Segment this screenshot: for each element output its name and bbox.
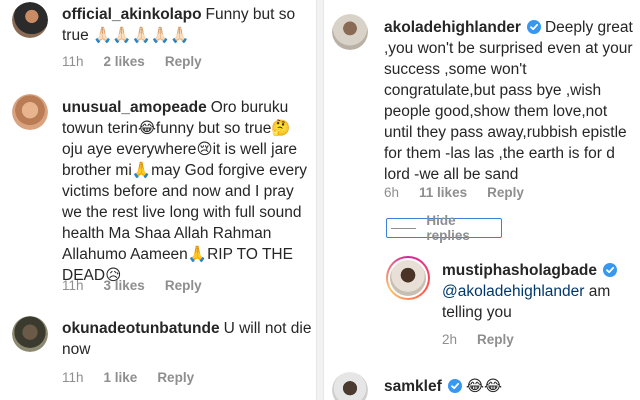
avatar[interactable] [12,316,48,352]
panel-divider [316,0,324,400]
comments-panel-right: akoladehighlander Deeply great ,you won't… [324,0,640,400]
reply-button[interactable]: Reply [487,185,524,200]
reply-button[interactable]: Reply [165,278,202,293]
comment-username[interactable]: mustiphasholagbade [442,262,597,279]
comment-text: Oro buruku towun terin😂funny but so true… [62,99,307,284]
comment-timestamp: 2h [442,332,458,347]
avatar[interactable] [332,372,368,400]
comment-username[interactable]: akoladehighlander [384,19,521,36]
comment-username[interactable]: official_akinkolapo [62,6,202,23]
hide-replies-label: Hide replies [426,213,470,243]
reply-button[interactable]: Reply [477,332,514,347]
verified-badge-icon [526,20,541,34]
avatar[interactable] [386,256,430,300]
mention-link[interactable]: @akoladehighlander [442,283,584,300]
comment-text: 😂😂 [465,378,502,395]
verified-badge-icon [447,379,462,393]
reply-button[interactable]: Reply [165,54,202,69]
thread-line [391,227,417,229]
hide-replies-button[interactable]: Hide replies [386,213,502,243]
comment-username[interactable]: samklef [384,378,442,395]
likes-count[interactable]: 3 likes [104,278,145,293]
comment-text: Deeply great ,you won't be surprised eve… [384,19,633,183]
comment-timestamp: 6h [384,185,400,200]
likes-count[interactable]: 2 likes [104,54,145,69]
comment-username[interactable]: unusual_amopeade [62,99,207,116]
comment-username[interactable]: okunadeotunbatunde [62,320,220,337]
reply-button[interactable]: Reply [157,370,194,385]
verified-badge-icon [603,263,618,277]
comment-timestamp: 11h [62,370,84,385]
likes-count[interactable]: 11 likes [419,185,467,200]
avatar[interactable] [12,94,48,130]
likes-count[interactable]: 1 like [104,370,138,385]
comment-timestamp: 11h [62,54,84,69]
comment-timestamp: 11h [62,278,84,293]
comments-panel-left: official_akinkolapo Funny but so true 🙏🏻🙏… [0,0,316,400]
avatar[interactable] [12,2,48,38]
avatar[interactable] [332,14,368,50]
